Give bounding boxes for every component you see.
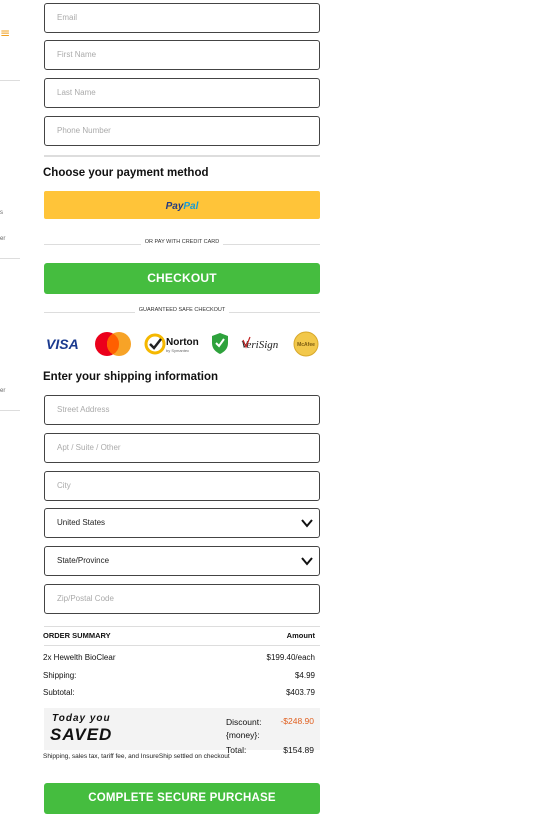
norton-sub-text: by Symantec — [166, 348, 189, 353]
discount-money-text: {money}: — [226, 730, 260, 740]
shipping-footnote: Shipping, sales tax, tariff fee, and Ins… — [43, 753, 230, 760]
item-value: $199.40/each — [266, 653, 316, 662]
safe-checkout-text: GUARANTEED SAFE CHECKOUT — [134, 307, 230, 313]
verisign-icon: VeriSign — [240, 330, 282, 358]
summary-item-row: 2x Hewelth BioClear $199.40/each — [43, 653, 315, 662]
trust-badges: VISA Norton by Symantec VeriSign McAfee — [44, 330, 320, 358]
discount-label: Discount: {money}: — [226, 716, 261, 742]
email-field[interactable]: Email — [44, 3, 320, 33]
mastercard-icon — [92, 330, 134, 358]
chevron-down-icon — [301, 519, 313, 528]
payment-heading: Choose your payment method — [43, 167, 209, 179]
item-label: 2x Hewelth BioClear — [43, 653, 116, 662]
summary-subtotal-row: Subtotal: $403.79 — [43, 688, 315, 697]
zip-field[interactable]: Zip/Postal Code — [44, 584, 320, 614]
last-name-field[interactable]: Last Name — [44, 78, 320, 108]
savings-box: Today you SAVED Discount: {money}: -$248… — [44, 708, 320, 755]
state-select-value: State/Province — [57, 556, 110, 565]
section-divider — [44, 155, 320, 157]
left-edge-fragment: ≡ s er er — [0, 0, 22, 818]
paypal-logo-pal: Pal — [183, 201, 199, 212]
visa-text: VISA — [46, 336, 79, 352]
first-name-field[interactable]: First Name — [44, 40, 320, 70]
paypal-logo-pay: Pay — [165, 201, 184, 212]
edge-divider — [0, 258, 20, 259]
summary-header: ORDER SUMMARY Amount — [43, 631, 315, 640]
mcafee-icon: McAfee — [292, 330, 320, 358]
visa-icon: VISA — [44, 330, 84, 358]
or-pay-text: OR PAY WITH CREDIT CARD — [140, 239, 224, 245]
apt-suite-field[interactable]: Apt / Suite / Other — [44, 433, 320, 463]
discount-value: -$248.90 — [280, 716, 314, 726]
paypal-button[interactable]: PayPal — [44, 191, 320, 219]
checkout-button[interactable]: CHECKOUT — [44, 263, 320, 294]
total-value: $154.89 — [283, 745, 314, 755]
saved-text: SAVED — [50, 725, 113, 744]
amount-header: Amount — [286, 631, 315, 640]
norton-text: Norton — [166, 337, 199, 348]
subtotal-label: Subtotal: — [43, 688, 75, 697]
mcafee-text: McAfee — [297, 342, 315, 348]
edge-fragment-text: s — [0, 210, 3, 216]
street-address-field[interactable]: Street Address — [44, 395, 320, 425]
shipping-value: $4.99 — [294, 671, 315, 680]
discount-label-text: Discount: — [226, 717, 262, 727]
norton-icon: Norton by Symantec — [144, 330, 202, 358]
city-field[interactable]: City — [44, 471, 320, 501]
summary-divider — [44, 626, 320, 627]
edge-divider — [0, 410, 20, 411]
shipping-heading: Enter your shipping information — [43, 371, 219, 383]
chevron-down-icon — [301, 557, 313, 566]
state-select[interactable]: State/Province — [44, 546, 320, 576]
edge-divider — [0, 80, 20, 81]
country-select-value: United States — [57, 518, 106, 527]
subtotal-value: $403.79 — [286, 688, 315, 697]
edge-orange-glyph: ≡ — [0, 26, 11, 40]
shipping-label: Shipping: — [43, 671, 77, 680]
or-pay-divider: OR PAY WITH CREDIT CARD — [44, 239, 320, 249]
summary-shipping-row: Shipping: $4.99 — [43, 671, 315, 680]
country-select[interactable]: United States — [44, 508, 320, 538]
edge-fragment-text: er — [0, 236, 6, 242]
edge-fragment-text: er — [0, 388, 6, 394]
order-summary-title: ORDER SUMMARY — [43, 631, 111, 640]
complete-purchase-button[interactable]: COMPLETE SECURE PURCHASE — [44, 783, 320, 814]
safe-checkout-divider: GUARANTEED SAFE CHECKOUT — [44, 307, 320, 317]
shield-check-icon — [210, 330, 230, 358]
summary-header-divider — [44, 645, 320, 646]
phone-field[interactable]: Phone Number — [44, 116, 320, 146]
today-you-text: Today you — [52, 713, 111, 724]
